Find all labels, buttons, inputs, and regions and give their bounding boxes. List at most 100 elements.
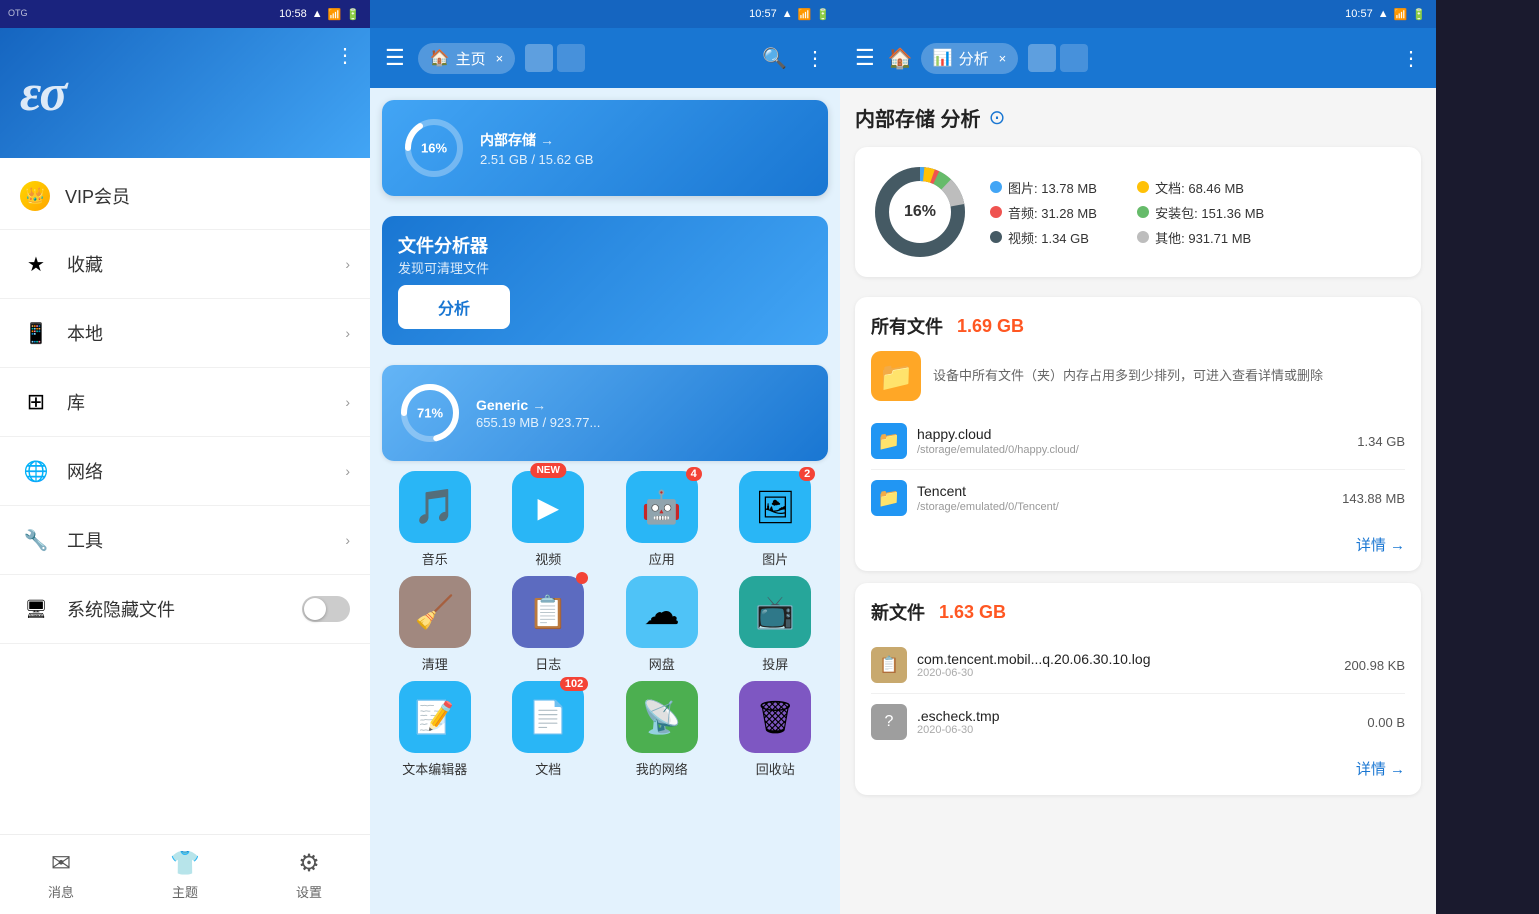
- right-tab-extra-1[interactable]: [1028, 44, 1056, 72]
- sidebar-item-label: VIP会员: [65, 183, 350, 209]
- main-home-tab[interactable]: 🏠 主页 ×: [418, 43, 516, 74]
- new-files-details-link[interactable]: 详情 →: [871, 758, 1405, 779]
- internal-pct: 16%: [421, 141, 447, 156]
- sidebar-bottom-messages[interactable]: ✉ 消息: [48, 849, 74, 901]
- log-icon: 📋: [528, 593, 568, 631]
- sidebar-item-favorites[interactable]: ★ 收藏 ›: [0, 230, 370, 299]
- analysis-refresh-icon[interactable]: ⊙: [989, 105, 1006, 130]
- analysis-tab-close[interactable]: ×: [999, 51, 1007, 66]
- hidden-files-toggle[interactable]: [302, 596, 350, 622]
- more-options-button[interactable]: ⋮: [800, 41, 830, 76]
- home-tab-close[interactable]: ×: [496, 51, 504, 66]
- app-docs[interactable]: 102 📄 文档: [496, 681, 602, 778]
- file-path-tencent: /storage/emulated/0/Tencent/: [917, 501, 1332, 513]
- file-row-tmp[interactable]: ? .escheck.tmp 2020-06-30 0.00 B: [871, 694, 1405, 750]
- app-music[interactable]: 🎵 音乐: [382, 471, 488, 568]
- docs-icon-wrap: 102 📄: [512, 681, 584, 753]
- donut-chart-section: 16% 图片: 13.78 MB 文档: 68.46 MB 音频: 31.28 …: [855, 147, 1421, 277]
- sidebar-bottom-theme[interactable]: 👕 主题: [170, 849, 200, 901]
- analyze-button[interactable]: 分析: [398, 285, 510, 329]
- unknown-file-icon: ?: [871, 704, 907, 740]
- internal-storage-size: 2.51 GB / 15.62 GB: [480, 152, 808, 167]
- sidebar-item-label: 工具: [67, 527, 345, 553]
- app-text-editor[interactable]: 📝 文本编辑器: [382, 681, 488, 778]
- otg-storage-card[interactable]: OTG 71% Generic → 655.19 MB / 923.77...: [382, 365, 828, 461]
- music-icon: 🎵: [414, 487, 456, 527]
- sidebar-bottom-settings[interactable]: ⚙ 设置: [296, 849, 322, 901]
- sidebar-item-library[interactable]: ⊞ 库 ›: [0, 368, 370, 437]
- right-home-icon[interactable]: 🏠: [888, 46, 913, 71]
- right-extra-tabs: [1028, 44, 1088, 72]
- all-files-details-link[interactable]: 详情 →: [871, 534, 1405, 555]
- signal-icon: 📶: [328, 8, 342, 21]
- tab-extra-2[interactable]: [557, 44, 585, 72]
- sidebar-status-bar: 10:58 ▲ 📶 🔋: [0, 0, 370, 28]
- internal-storage-card[interactable]: 16% 内部存储 → 2.51 GB / 15.62 GB: [382, 100, 828, 196]
- cast-label: 投屏: [762, 654, 788, 673]
- legend-photos: 图片: 13.78 MB: [990, 178, 1117, 197]
- sidebar-item-vip[interactable]: 👑 VIP会员: [0, 163, 370, 230]
- file-info-log: com.tencent.mobil...q.20.06.30.10.log 20…: [917, 651, 1334, 679]
- apps-label: 应用: [649, 549, 675, 568]
- battery-icon2: 🔋: [816, 8, 830, 21]
- right-analysis-tab[interactable]: 📊 分析 ×: [921, 43, 1019, 74]
- right-tab-extra-2[interactable]: [1060, 44, 1088, 72]
- legend-other: 其他: 931.71 MB: [1137, 228, 1264, 247]
- search-button[interactable]: 🔍: [757, 41, 792, 76]
- file-size-tencent: 143.88 MB: [1342, 491, 1405, 506]
- app-cloud[interactable]: ☁ 网盘: [609, 576, 715, 673]
- folder-icon-tencent: 📁: [871, 480, 907, 516]
- legend-dot-photos: [990, 181, 1002, 193]
- log-file-icon: 📋: [871, 647, 907, 683]
- sidebar-item-network[interactable]: 🌐 网络 ›: [0, 437, 370, 506]
- new-files-section: 新文件 1.63 GB 📋 com.tencent.mobil...q.20.0…: [855, 583, 1421, 795]
- app-applications[interactable]: 4 🤖 应用: [609, 471, 715, 568]
- sidebar-bottom-nav: ✉ 消息 👕 主题 ⚙ 设置: [0, 834, 370, 914]
- right-content: 内部存储 分析 ⊙: [840, 88, 1436, 914]
- sidebar-item-local[interactable]: 📱 本地 ›: [0, 299, 370, 368]
- app-my-network[interactable]: 📡 我的网络: [609, 681, 715, 778]
- apps-badge: 4: [686, 467, 702, 481]
- legend-label-docs: 文档: 68.46 MB: [1155, 178, 1244, 197]
- tab-extra-1[interactable]: [525, 44, 553, 72]
- new-files-title: 新文件: [871, 599, 925, 625]
- legend-audio: 音频: 31.28 MB: [990, 203, 1117, 222]
- right-menu-button[interactable]: ☰: [850, 40, 880, 76]
- file-row-tencent[interactable]: 📁 Tencent /storage/emulated/0/Tencent/ 1…: [871, 470, 1405, 526]
- main-menu-button[interactable]: ☰: [380, 40, 410, 76]
- file-size-tmp: 0.00 B: [1367, 715, 1405, 730]
- all-files-description: 设备中所有文件（夹）内存占用多到少排列，可进入查看详情或删除: [933, 366, 1323, 386]
- file-date-log: 2020-06-30: [917, 667, 1334, 679]
- legend-dot-other: [1137, 231, 1149, 243]
- chevron-icon: ›: [345, 532, 350, 548]
- log-icon-wrap: 📋: [512, 576, 584, 648]
- sidebar-item-tools[interactable]: 🔧 工具 ›: [0, 506, 370, 575]
- app-log[interactable]: 📋 日志: [496, 576, 602, 673]
- video-icon: ▶: [537, 491, 559, 524]
- app-clean[interactable]: 🧹 清理: [382, 576, 488, 673]
- app-photos[interactable]: 2 🖼 图片: [723, 471, 829, 568]
- sidebar-item-hidden-files[interactable]: 🖥 系统隐藏文件: [0, 575, 370, 644]
- right-more-options[interactable]: ⋮: [1396, 41, 1426, 76]
- file-size-log: 200.98 KB: [1344, 658, 1405, 673]
- app-trash[interactable]: 🗑 回收站: [723, 681, 829, 778]
- sidebar-options-button[interactable]: ⋮: [335, 43, 355, 68]
- home-tab-label: 主页: [456, 48, 486, 69]
- file-row-happy-cloud[interactable]: 📁 happy.cloud /storage/emulated/0/happy.…: [871, 413, 1405, 470]
- file-size-happy: 1.34 GB: [1357, 434, 1405, 449]
- app-cast[interactable]: 📺 投屏: [723, 576, 829, 673]
- main-content: 16% 内部存储 → 2.51 GB / 15.62 GB 文: [370, 88, 840, 914]
- app-video[interactable]: NEW ▶ 视频: [496, 471, 602, 568]
- photos-label: 图片: [762, 549, 788, 568]
- file-row-log[interactable]: 📋 com.tencent.mobil...q.20.06.30.10.log …: [871, 637, 1405, 694]
- vip-icon: 👑: [20, 181, 50, 211]
- legend-docs: 文档: 68.46 MB: [1137, 178, 1264, 197]
- chevron-icon: ›: [345, 325, 350, 341]
- legend-dot-video: [990, 231, 1002, 243]
- phone-icon: 📱: [20, 317, 52, 349]
- chevron-icon: ›: [345, 394, 350, 410]
- video-new-badge: NEW: [531, 463, 566, 478]
- legend-label-photos: 图片: 13.78 MB: [1008, 178, 1097, 197]
- analyzer-section: 文件分析器 发现可清理文件 分析: [382, 216, 828, 345]
- all-files-folder-icon: 📁: [871, 351, 921, 401]
